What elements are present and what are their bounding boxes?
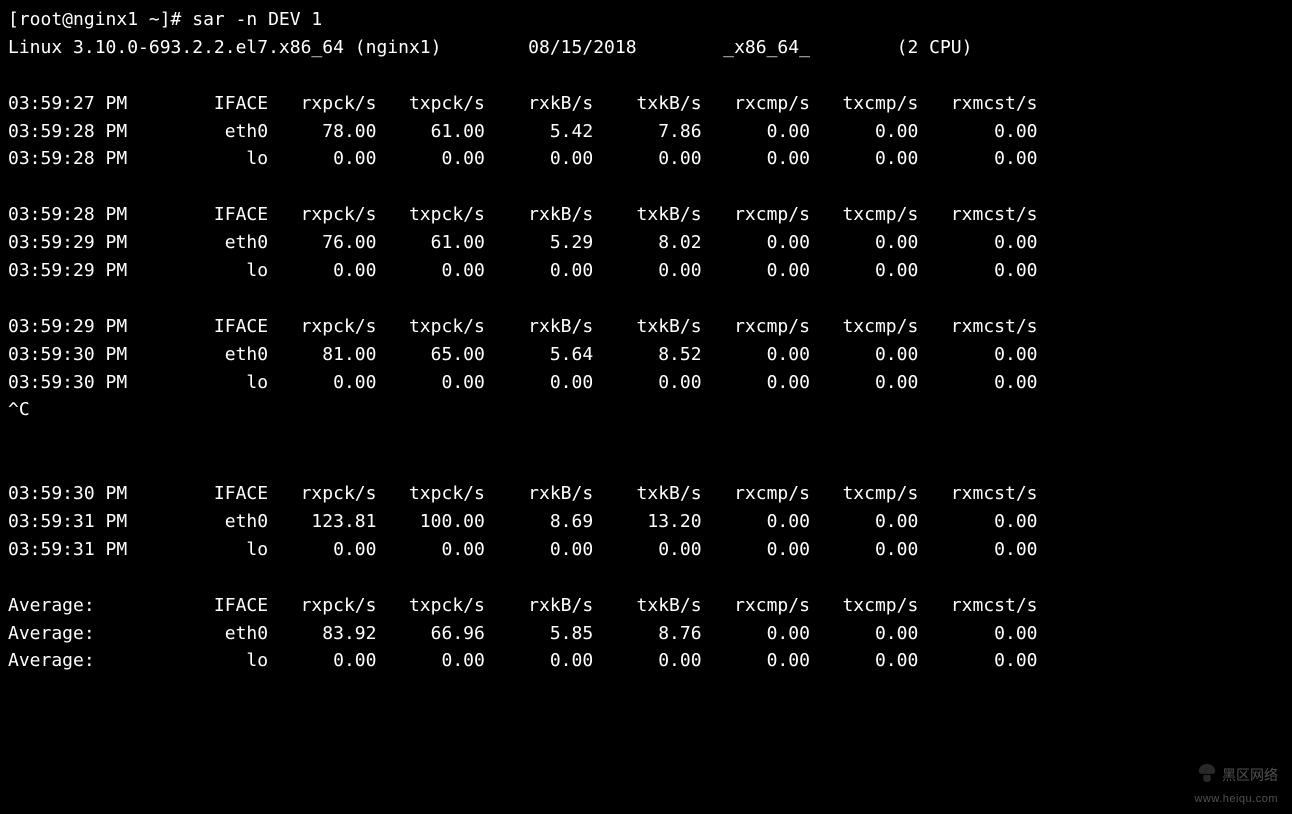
terminal-output[interactable]: [root@nginx1 ~]# sar -n DEV 1 Linux 3.10…	[0, 0, 1292, 681]
watermark: 黑区网络 www.heiqu.com	[1194, 762, 1278, 808]
mushroom-icon	[1196, 762, 1218, 791]
watermark-url: www.heiqu.com	[1194, 791, 1278, 808]
watermark-text: 黑区网络	[1222, 767, 1278, 783]
